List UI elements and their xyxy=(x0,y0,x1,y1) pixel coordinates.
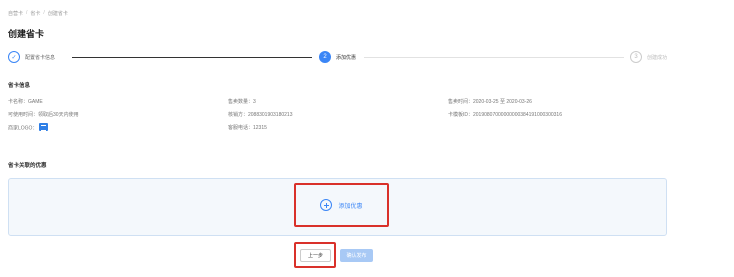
step-created: 3 创建成功 xyxy=(630,51,667,63)
card-name: 卡名称：GAME xyxy=(8,99,43,105)
merchant-logo-row: 商家LOGO： xyxy=(8,123,49,132)
breadcrumb-separator: / xyxy=(26,10,28,16)
valid-time: 可使用时间：领取后30天内使用 xyxy=(8,112,79,118)
sale-time: 售卖时间：2020-03-25 至 2020-03-26 xyxy=(448,99,532,105)
page-title: 创建省卡 xyxy=(8,29,45,39)
step-number: 2 xyxy=(319,51,331,63)
step-label: 创建成功 xyxy=(647,54,668,61)
breadcrumb-separator: / xyxy=(43,10,45,16)
step-add-offer: 2 添加优惠 xyxy=(319,51,356,63)
step-label: 配置省卡信息 xyxy=(25,54,56,61)
breadcrumb: 自营卡 / 省卡 / 创建省卡 xyxy=(8,10,68,17)
logo-label: 商家LOGO： xyxy=(8,125,38,132)
merchant-id: 核销方：2088301903180213 xyxy=(228,112,293,118)
card-info-title: 省卡信息 xyxy=(8,83,31,89)
card-template-id: 卡模板ID：20190807000000000384191000300316 xyxy=(448,112,562,118)
confirm-publish-button[interactable]: 确认发布 xyxy=(340,249,373,262)
sale-quantity: 售卖数量：3 xyxy=(228,99,256,105)
step-number: 3 xyxy=(630,51,642,63)
related-offers-title: 省卡关联的优惠 xyxy=(8,163,47,169)
breadcrumb-item-save-card[interactable]: 省卡 xyxy=(30,10,40,17)
check-icon: ✓ xyxy=(8,51,20,63)
add-offer-label: 添加优惠 xyxy=(338,203,363,210)
service-phone: 客服电话：12315 xyxy=(228,125,267,131)
add-offer-button[interactable]: 添加优惠 xyxy=(294,183,389,227)
breadcrumb-item-current: 创建省卡 xyxy=(47,11,68,17)
step-connector-pending xyxy=(364,57,624,58)
step-label: 添加优惠 xyxy=(336,54,357,61)
step-configure-info: ✓ 配置省卡信息 xyxy=(8,51,55,63)
step-connector-done xyxy=(72,57,312,58)
plus-circle-icon xyxy=(320,199,333,211)
breadcrumb-item-self-card[interactable]: 自营卡 xyxy=(8,10,23,17)
prev-step-button[interactable]: 上一步 xyxy=(300,249,331,262)
step-indicator: ✓ 配置省卡信息 2 添加优惠 3 创建成功 xyxy=(8,51,668,65)
merchant-logo-image[interactable] xyxy=(39,123,49,131)
